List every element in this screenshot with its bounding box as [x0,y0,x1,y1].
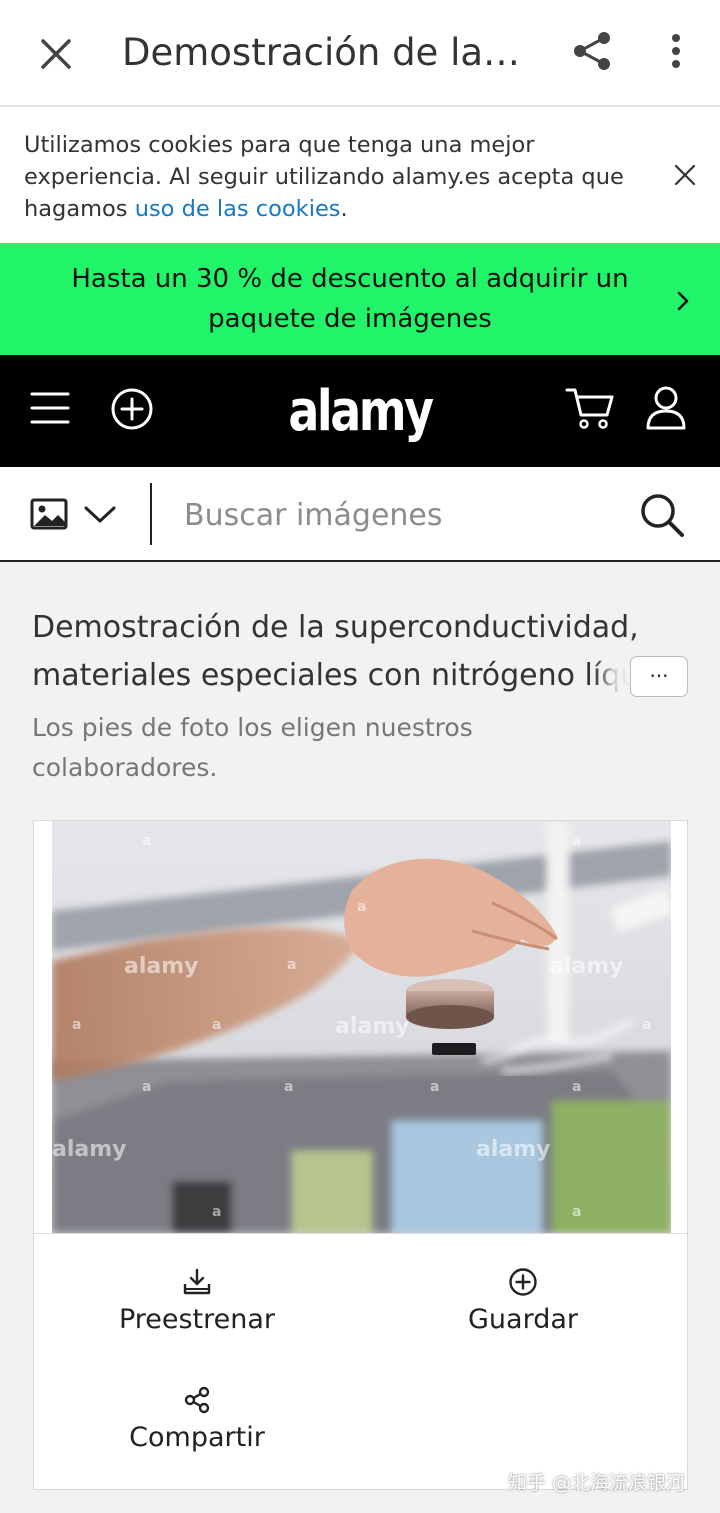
save-label: Guardar [468,1304,578,1335]
top-app-bar: Demostración de la… [0,0,720,106]
watermark-text: a [212,1204,221,1220]
watermark-text: a [572,1204,581,1220]
watermark-text: alamy [549,954,624,979]
share-button[interactable]: Compartir [57,1384,337,1453]
search-icon[interactable] [636,489,688,541]
cart-icon[interactable] [564,384,616,432]
promo-banner[interactable]: Hasta un 30 % de descuento al adquirir u… [0,243,720,355]
image-card: alamy alamy alamy alamy alamy a a a a a … [33,820,688,1490]
page-title: Demostración de la… [122,31,521,74]
save-button[interactable]: Guardar [383,1266,663,1335]
share-icon[interactable] [566,26,618,78]
watermark-text: a [287,957,296,973]
watermark-text: a [142,833,151,849]
watermark-text: a [284,1079,293,1095]
watermark-text: a [212,1017,221,1033]
add-circle-icon[interactable] [108,385,156,433]
preview-label: Preestrenar [118,1304,276,1335]
image-type-selector[interactable] [28,495,124,535]
more-options-button[interactable]: ··· [630,656,688,697]
cookie-close-icon[interactable] [668,158,702,192]
watermark-text: alamy [476,1137,551,1162]
add-circle-icon [509,1268,537,1296]
cookie-text: Utilizamos cookies para que tenga una me… [24,132,624,222]
watermark-text: alamy [52,1137,127,1162]
download-icon [183,1268,211,1295]
alamy-logo[interactable]: alamy [278,372,442,452]
cookie-policy-link[interactable]: uso de las cookies [135,196,341,222]
search-divider [150,483,152,545]
caption-note: Los pies de foto los eligen nuestros col… [32,713,473,782]
close-icon[interactable] [30,28,82,80]
watermark-text: alamy [124,954,199,979]
footer-watermark: 知乎 @北海流浪银河 [508,1472,686,1494]
watermark-text: a [572,1079,581,1095]
image-title: Demostración de la superconductividad, m… [32,610,685,693]
more-vertical-icon[interactable] [652,26,700,78]
watermark-text: a [357,899,366,915]
watermark-text: a [142,1079,151,1095]
menu-icon[interactable] [28,388,72,428]
share-label: Compartir [129,1422,265,1453]
image-actions: Preestrenar Guardar Compartir [34,1233,687,1489]
share-icon [184,1386,210,1414]
preview-button[interactable]: Preestrenar [57,1266,337,1335]
cookie-banner: Utilizamos cookies para que tenga una me… [0,107,720,243]
search-input[interactable] [172,485,612,545]
promo-text: Hasta un 30 % de descuento al adquirir u… [71,264,629,334]
watermark-text: alamy [335,1014,410,1039]
stock-photo[interactable]: alamy alamy alamy alamy alamy a a a a a … [52,821,671,1233]
watermark-text: a [72,1017,81,1033]
watermark-text: a [642,1017,651,1033]
watermark-text: a [572,833,581,849]
user-icon[interactable] [644,384,688,432]
chevron-right-icon[interactable] [670,287,696,315]
search-bar [0,467,720,562]
watermark-text: a [430,1079,439,1095]
